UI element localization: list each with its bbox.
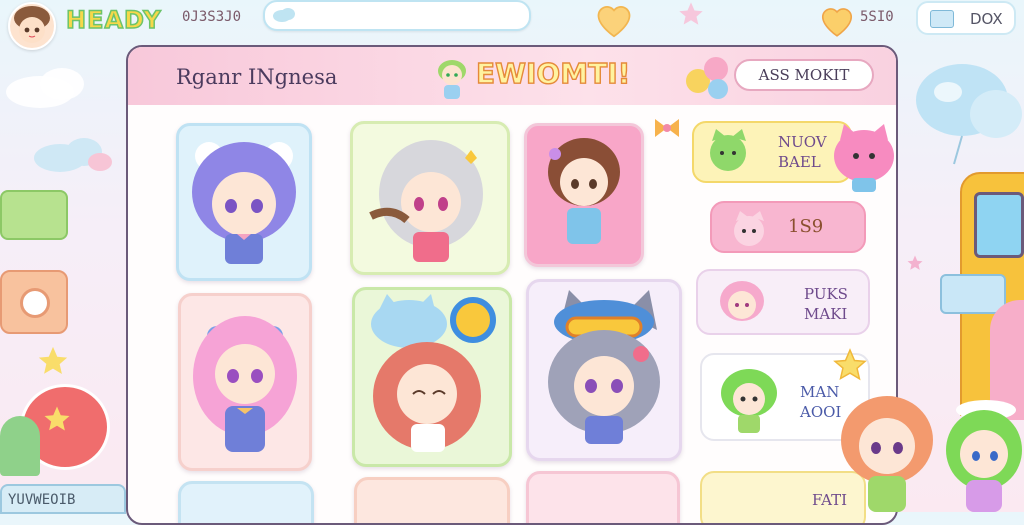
chibi-green-hat xyxy=(946,400,1022,512)
chip-line1: 1S9 xyxy=(788,216,824,237)
chibi-cat-hat xyxy=(371,294,496,452)
cloud-icon xyxy=(6,68,84,108)
search-input[interactable] xyxy=(263,0,531,31)
character-card[interactable] xyxy=(354,477,510,523)
cloud-icon xyxy=(34,138,112,172)
panel-title: Rganr INgnesa xyxy=(176,65,338,89)
character-card[interactable] xyxy=(526,471,680,523)
character-card[interactable] xyxy=(350,121,510,275)
character-card[interactable] xyxy=(524,123,644,267)
chibi-pink-hair xyxy=(193,316,297,452)
chibi-pink-cat xyxy=(720,281,764,321)
heart-icon[interactable] xyxy=(818,2,856,38)
camera-icon xyxy=(0,270,68,334)
mascot-pair xyxy=(686,57,728,99)
cloud-icon xyxy=(273,8,295,22)
chibi-green-hair xyxy=(721,369,777,433)
plant-decor xyxy=(0,416,40,476)
pink-cat-character xyxy=(834,124,894,192)
avatar-face xyxy=(14,6,50,43)
chibi-purple-hair xyxy=(192,142,296,264)
chip-count[interactable]: 1S9 xyxy=(710,201,866,253)
character-card[interactable] xyxy=(176,123,312,281)
chibi-brown-hair xyxy=(548,138,620,244)
chibi-orange-hair xyxy=(841,396,933,512)
chip-line2: BAEL xyxy=(778,153,821,171)
character-card[interactable] xyxy=(178,293,312,471)
character-card[interactable] xyxy=(352,287,512,467)
chibi-silver-hair xyxy=(369,140,483,262)
star-icon xyxy=(907,255,923,270)
chibi-goggles xyxy=(548,290,660,444)
inbox-button[interactable]: DOX xyxy=(916,1,1016,35)
character-card[interactable] xyxy=(526,279,682,461)
chip-puks[interactable]: PUKS MAKI xyxy=(696,269,870,335)
character-panel: Rganr INgnesa EWIOMTI! ASS MOKIT NUOV BA… xyxy=(126,45,898,525)
heart-icon[interactable] xyxy=(593,0,635,38)
player-avatar[interactable] xyxy=(8,2,56,50)
star-icon xyxy=(679,2,703,25)
star-icon xyxy=(38,346,68,375)
character-card[interactable] xyxy=(178,481,314,523)
coin-counter: 0J3S3J0 xyxy=(182,9,242,25)
cat-icon xyxy=(710,129,746,171)
balloon-icon xyxy=(916,64,1022,165)
add-button[interactable]: ASS MOKIT xyxy=(734,59,874,91)
event-banner: EWIOMTI! xyxy=(475,56,631,90)
bow-icon xyxy=(655,119,679,137)
chip-line1: PUKS xyxy=(804,285,848,303)
box-icon xyxy=(930,10,954,28)
cat-icon xyxy=(734,211,764,246)
toy-block xyxy=(0,190,68,240)
score-counter: 5SI0 xyxy=(860,9,894,25)
star-icon xyxy=(44,406,70,431)
game-logo: HEADY xyxy=(65,5,162,35)
star-icon xyxy=(833,348,867,381)
mascot-character xyxy=(438,60,466,99)
inbox-label: DOX xyxy=(970,10,1003,28)
footer-label: YUVWEOIB xyxy=(0,484,126,514)
chip-line2: MAKI xyxy=(804,305,848,323)
chip-line1: NUOV xyxy=(778,133,827,151)
gift-box xyxy=(940,274,1006,314)
